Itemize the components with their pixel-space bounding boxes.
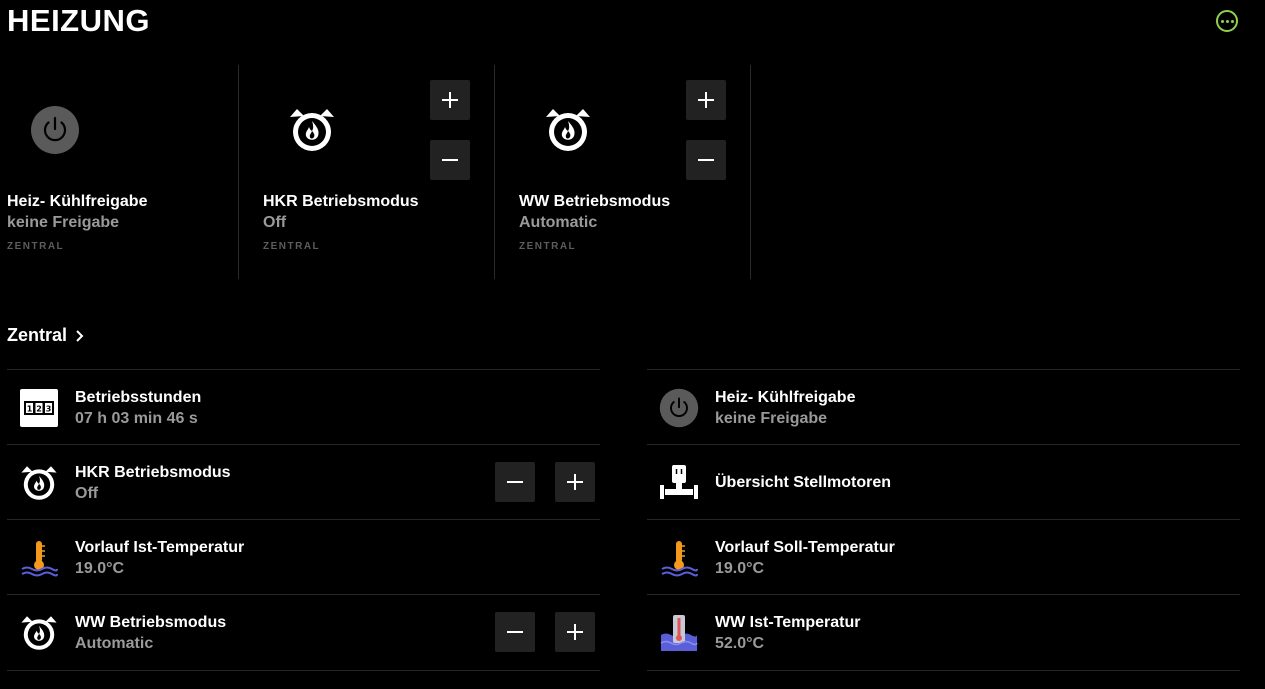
valve-actuator-icon <box>659 463 699 503</box>
control-list-right: Heiz- Kühlfreigabe keine Freigabe Übersi… <box>647 369 1240 671</box>
more-options-button[interactable] <box>1216 10 1238 32</box>
control-list-left: 1 2 3 Betriebsstunden 07 h 03 min 46 s H… <box>7 369 600 671</box>
minus-icon <box>507 631 523 633</box>
item-name: Vorlauf Soll-Temperatur <box>715 539 895 556</box>
power-icon <box>30 105 80 155</box>
more-dot <box>1220 19 1224 23</box>
item-name: Übersicht Stellmotoren <box>715 474 892 491</box>
section-title: Zentral <box>7 325 68 345</box>
item-name: WW Ist-Temperatur <box>715 614 861 631</box>
more-dot <box>1230 19 1234 23</box>
tile-hkr-betriebsmodus[interactable]: HKR Betriebsmodus Off ZENTRAL <box>239 65 495 279</box>
water-thermometer-icon <box>19 538 59 578</box>
item-name: HKR Betriebsmodus <box>75 464 231 481</box>
minus-icon <box>698 159 714 161</box>
decrease-button[interactable] <box>495 612 535 652</box>
tile-value: keine Freigabe <box>7 214 120 231</box>
heating-mode-icon <box>543 105 593 155</box>
plus-icon <box>567 474 583 490</box>
list-item-betriebsstunden[interactable]: 1 2 3 Betriebsstunden 07 h 03 min 46 s <box>7 369 600 444</box>
page-title: HEIZUNG <box>7 3 150 38</box>
minus-icon <box>507 481 523 483</box>
tile-room: ZENTRAL <box>519 241 577 252</box>
tile-name: Heiz- Kühlfreigabe <box>7 193 148 210</box>
tile-heiz-kuehlfreigabe[interactable]: Heiz- Kühlfreigabe keine Freigabe ZENTRA… <box>0 65 239 279</box>
tile-room: ZENTRAL <box>7 241 65 252</box>
item-value: 19.0°C <box>75 560 125 577</box>
item-value: keine Freigabe <box>715 410 828 427</box>
list-item-ww-ist-temperatur[interactable]: WW Ist-Temperatur 52.0°C <box>647 594 1240 671</box>
item-value: Automatic <box>75 635 154 652</box>
minus-icon <box>442 159 458 161</box>
item-value: Off <box>75 485 99 502</box>
section-zentral-link[interactable]: Zentral <box>7 325 85 346</box>
svg-text:3: 3 <box>46 405 52 414</box>
item-name: Betriebsstunden <box>75 389 202 406</box>
favorites-tiles: Heiz- Kühlfreigabe keine Freigabe ZENTRA… <box>0 65 760 279</box>
water-thermometer-icon <box>659 538 699 578</box>
tile-room: ZENTRAL <box>263 241 321 252</box>
increase-button[interactable] <box>555 612 595 652</box>
increase-button[interactable] <box>430 80 470 120</box>
item-name: Vorlauf Ist-Temperatur <box>75 539 245 556</box>
list-item-heiz-kuehlfreigabe[interactable]: Heiz- Kühlfreigabe keine Freigabe <box>647 369 1240 444</box>
list-item-vorlauf-ist-temperatur[interactable]: Vorlauf Ist-Temperatur 19.0°C <box>7 519 600 594</box>
tile-ww-betriebsmodus[interactable]: WW Betriebsmodus Automatic ZENTRAL <box>495 65 751 279</box>
item-value: 07 h 03 min 46 s <box>75 410 198 427</box>
counter-icon: 1 2 3 <box>19 388 59 428</box>
plus-icon <box>442 92 458 108</box>
increase-button[interactable] <box>555 462 595 502</box>
svg-text:1: 1 <box>27 405 33 414</box>
heating-mode-icon <box>19 613 59 653</box>
decrease-button[interactable] <box>430 140 470 180</box>
tile-name: WW Betriebsmodus <box>519 193 671 210</box>
more-dot <box>1225 19 1229 23</box>
chevron-right-icon <box>76 329 84 342</box>
tile-value: Automatic <box>519 214 598 231</box>
item-value: 52.0°C <box>715 635 765 652</box>
increase-button[interactable] <box>686 80 726 120</box>
decrease-button[interactable] <box>686 140 726 180</box>
power-icon <box>659 388 699 428</box>
plus-icon <box>567 624 583 640</box>
svg-text:2: 2 <box>36 405 42 414</box>
item-name: WW Betriebsmodus <box>75 614 227 631</box>
heating-mode-icon <box>19 463 59 503</box>
list-item-vorlauf-soll-temperatur[interactable]: Vorlauf Soll-Temperatur 19.0°C <box>647 519 1240 594</box>
item-name: Heiz- Kühlfreigabe <box>715 389 856 406</box>
list-item-ww-betriebsmodus[interactable]: WW Betriebsmodus Automatic <box>7 594 600 671</box>
tank-thermometer-icon <box>659 613 699 653</box>
tile-value: Off <box>263 214 287 231</box>
tile-name: HKR Betriebsmodus <box>263 193 419 210</box>
list-item-uebersicht-stellmotoren[interactable]: Übersicht Stellmotoren <box>647 444 1240 519</box>
heating-mode-icon <box>287 105 337 155</box>
item-value: 19.0°C <box>715 560 765 577</box>
decrease-button[interactable] <box>495 462 535 502</box>
list-item-hkr-betriebsmodus[interactable]: HKR Betriebsmodus Off <box>7 444 600 519</box>
plus-icon <box>698 92 714 108</box>
